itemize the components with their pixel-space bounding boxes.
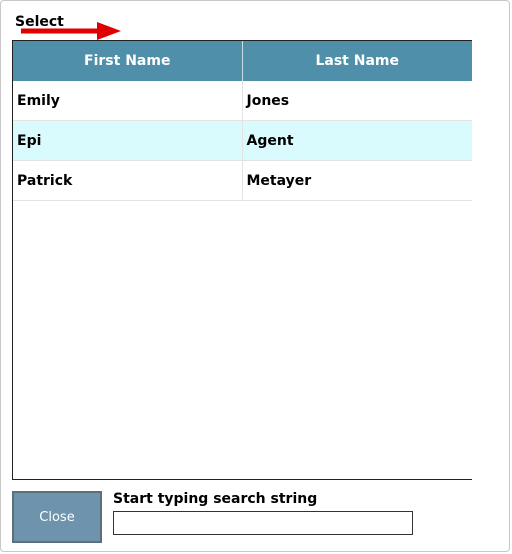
table-row[interactable]: Epi Agent: [13, 121, 472, 161]
red-arrow-icon: [21, 22, 121, 40]
last-name-cell: Agent: [246, 132, 294, 149]
table-row[interactable]: Patrick Metayer: [13, 161, 472, 201]
first-name-cell: Patrick: [13, 161, 243, 200]
search-label: Start typing search string: [113, 491, 318, 507]
column-header-first-name[interactable]: First Name: [13, 41, 243, 81]
last-name-cell: Jones: [246, 92, 290, 109]
close-button[interactable]: Close: [12, 491, 102, 543]
column-header-last-name[interactable]: Last Name: [243, 41, 473, 81]
search-input[interactable]: [113, 511, 413, 535]
name-grid: First Name Last Name Emily Jones Epi Age…: [12, 40, 472, 480]
last-name-cell: Metayer: [246, 172, 312, 189]
first-name-cell: Emily: [13, 81, 243, 120]
select-dialog: Select First Name Last Name Emily Jones …: [0, 0, 510, 552]
grid-header: First Name Last Name: [13, 41, 472, 81]
table-row[interactable]: Emily Jones: [13, 81, 472, 121]
first-name-cell: Epi: [13, 121, 243, 160]
